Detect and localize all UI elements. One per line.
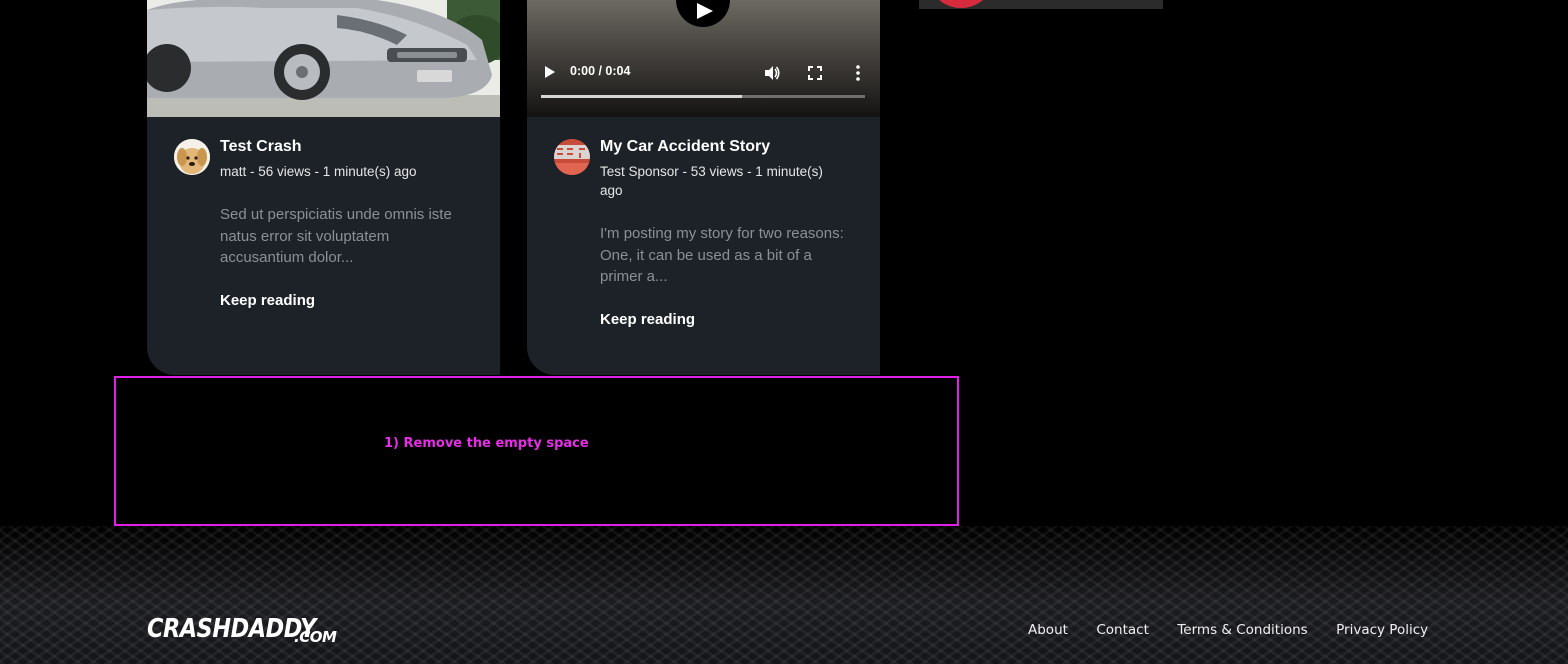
annotation-highlight-box: [114, 376, 959, 526]
post-card-body: Test Crash matt - 56 views - 1 minute(s)…: [147, 117, 500, 375]
post-title[interactable]: My Car Accident Story: [600, 138, 860, 156]
post-card-my-car-accident-story: 0:00 / 0:04 My Car Accident Story Test S…: [527, 0, 880, 375]
dog-avatar-icon: [174, 139, 210, 175]
post-thumbnail-car[interactable]: [147, 0, 500, 117]
annotation-label: 1) Remove the empty space: [384, 436, 589, 451]
car-image: [147, 0, 500, 117]
footer-link-privacy[interactable]: Privacy Policy: [1336, 622, 1428, 638]
keep-reading-link[interactable]: Keep reading: [220, 292, 315, 309]
sidebar-widget: [919, 0, 1163, 9]
post-excerpt: Sed ut perspiciatis unde omnis iste natu…: [220, 206, 452, 266]
post-title[interactable]: Test Crash: [220, 138, 480, 156]
play-icon: [545, 66, 555, 78]
volume-icon: [765, 66, 780, 80]
footer-link-about[interactable]: About: [1028, 622, 1068, 638]
video-play-button[interactable]: [541, 64, 557, 80]
site-logo[interactable]: CRASHDADDY .COM: [147, 614, 343, 646]
footer-link-terms[interactable]: Terms & Conditions: [1177, 622, 1307, 638]
more-options-button[interactable]: [851, 64, 865, 82]
fullscreen-button[interactable]: [807, 65, 823, 81]
video-time: 0:00 / 0:04: [570, 64, 631, 78]
logo-text: CRASHDADDY: [147, 614, 316, 644]
logo-suffix: .COM: [294, 628, 337, 646]
footer-link-contact[interactable]: Contact: [1096, 622, 1149, 638]
play-icon: [697, 3, 713, 19]
author-avatar[interactable]: [554, 139, 590, 175]
post-meta: matt - 56 views - 1 minute(s) ago: [220, 164, 417, 179]
site-footer: CRASHDADDY .COM About Contact Terms & Con…: [0, 526, 1568, 664]
post-card-body: My Car Accident Story Test Sponsor - 53 …: [527, 117, 880, 375]
footer-nav: About Contact Terms & Conditions Privacy…: [1028, 621, 1452, 639]
post-meta: Test Sponsor - 53 views - 1 minute(s) ag…: [600, 164, 823, 198]
big-play-button[interactable]: [676, 0, 730, 27]
video-progress-track[interactable]: [541, 95, 865, 98]
sidebar-widget-avatar: [927, 0, 995, 8]
post-excerpt: I'm posting my story for two reasons: On…: [600, 225, 844, 285]
more-options-icon: [856, 65, 860, 81]
post-card-test-crash: Test Crash matt - 56 views - 1 minute(s)…: [147, 0, 500, 375]
volume-button[interactable]: [763, 64, 781, 82]
video-progress-fill: [541, 95, 742, 98]
author-avatar[interactable]: [174, 139, 210, 175]
fullscreen-icon: [808, 66, 822, 80]
video-player[interactable]: 0:00 / 0:04: [527, 0, 880, 117]
keep-reading-link[interactable]: Keep reading: [600, 311, 695, 328]
tesla-avatar-icon: [554, 139, 590, 175]
